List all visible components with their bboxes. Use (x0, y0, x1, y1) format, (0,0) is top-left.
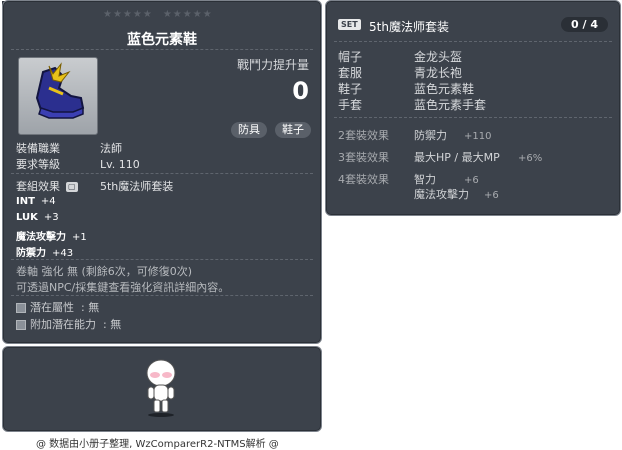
item-title: 蓝色元素鞋 (127, 32, 197, 48)
set-piece: 套服 青龙长袍 (338, 66, 463, 80)
potential-row: 潛在屬性 : 無 (16, 299, 99, 315)
set-row: 套組效果 ▢ 5th魔法师套装 (16, 178, 173, 194)
set-effect-value: 5th魔法师套装 (100, 180, 174, 193)
set-piece: 手套 蓝色元素手套 (338, 98, 487, 112)
power-label: 戰鬥力提升量 (236, 58, 309, 72)
set-effect-4: 4套裝效果 智力 +6 (338, 173, 479, 186)
job-value: 法師 (100, 142, 122, 155)
divider (334, 41, 612, 42)
avatar-preview-panel (2, 346, 322, 432)
set-effect-2: 2套裝效果 防禦力 +110 (338, 129, 492, 142)
divider (11, 173, 313, 174)
category-tag: 防具 (231, 122, 267, 138)
scroll-note: 卷軸 強化 無 (剩餘6次，可修復0次) (16, 265, 193, 278)
item-tooltip-panel: ★★★★★ ★★★★★ 蓝色元素鞋 戰鬥力提升量 0 防具 鞋子 裝備職業 法師 要… (2, 0, 322, 344)
character-avatar (146, 359, 176, 417)
set-count: 0 / 4 (561, 17, 608, 32)
bonus-potential-row: 附加潛在能力 : 無 (16, 316, 121, 332)
power-value: 0 (292, 77, 309, 105)
set-effect-3: 3套裝效果 最大HP / 最大MP +6% (338, 151, 543, 164)
item-icon-frame (18, 57, 98, 135)
stat-int: INT +4 (16, 196, 56, 207)
set-piece: 鞋子 蓝色元素鞋 (338, 82, 475, 96)
divider (11, 49, 313, 50)
divider (11, 259, 313, 260)
potential-icon (16, 303, 26, 313)
info-note: 可透過NPC/採集鍵查看強化資訊詳細內容。 (16, 281, 230, 294)
slot-tag: 鞋子 (275, 122, 311, 138)
job-label: 裝備職業 (16, 142, 60, 155)
stat-luk: LUK +3 (16, 212, 59, 223)
job-row: 裝備職業 法師 (16, 140, 122, 156)
bonus-potential-icon (16, 320, 26, 330)
divider (334, 117, 612, 118)
set-name: 5th魔法师套装 (369, 20, 449, 34)
boot-icon (35, 62, 85, 119)
divider (11, 295, 313, 296)
set-piece: 帽子 金龙头盔 (338, 50, 463, 64)
footer-credit: @ 数据由小册子整理, WzComparerR2-NTMS解析 @ (36, 439, 279, 450)
star-force-row: ★★★★★ ★★★★★ (103, 9, 213, 20)
set-badge-icon: SET (338, 19, 361, 30)
level-row: 要求等級 Lv. 110 (16, 156, 140, 172)
level-value: Lv. 110 (100, 158, 140, 171)
stat-magic-attack: 魔法攻擊力 +1 (16, 232, 87, 243)
stat-defense: 防禦力 +43 (16, 248, 74, 259)
lock-icon: ▢ (66, 182, 78, 192)
level-label: 要求等級 (16, 158, 60, 171)
set-tooltip-panel: SET 5th魔法师套装 0 / 4 帽子 金龙头盔 套服 青龙长袍 鞋子 蓝色元素鞋… (325, 0, 621, 216)
set-effect-4-line2: 魔法攻擊力 +6 (414, 188, 499, 201)
set-effect-label: 套組效果 ▢ (16, 180, 78, 193)
